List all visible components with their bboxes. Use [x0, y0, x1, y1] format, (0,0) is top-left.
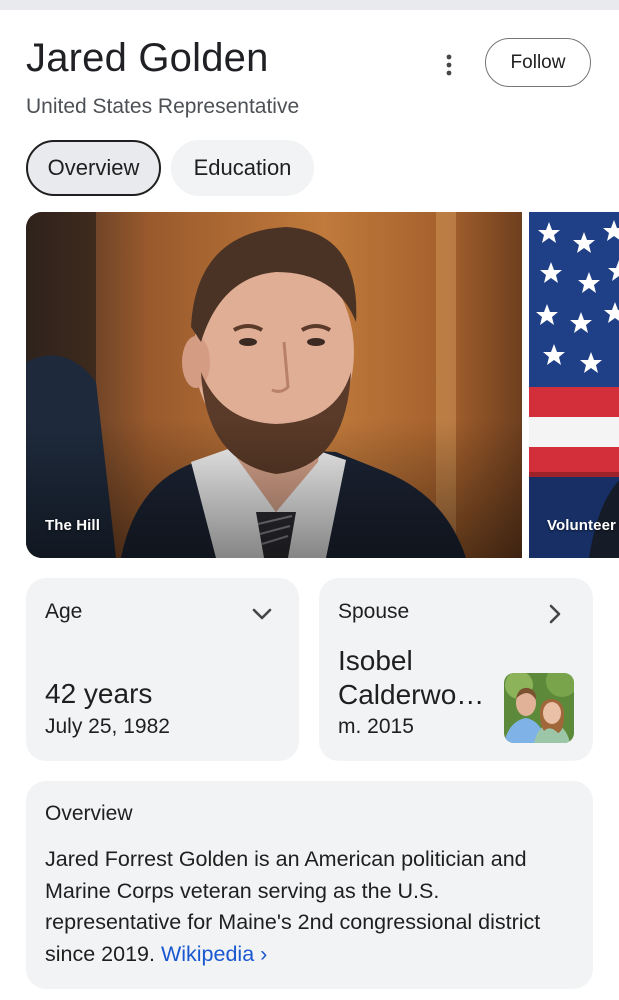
- tab-education[interactable]: Education: [171, 140, 314, 196]
- age-value: 42 years: [45, 678, 153, 709]
- wikipedia-link[interactable]: Wikipedia ›: [161, 942, 267, 966]
- spouse-photo: [504, 673, 574, 743]
- entity-title: Jared Golden: [26, 36, 269, 80]
- tab-overview[interactable]: Overview: [26, 140, 161, 196]
- chevron-down-icon: [252, 608, 272, 620]
- image-source-caption: Volunteer: [547, 517, 616, 534]
- portrait-photo: [26, 212, 522, 558]
- marriage-year: m. 2015: [338, 715, 414, 738]
- age-card[interactable]: Age 42 years July 25, 1982: [26, 578, 299, 761]
- flag-photo: [529, 212, 619, 558]
- spouse-label: Spouse: [338, 600, 410, 623]
- image-source-caption: The Hill: [45, 517, 100, 534]
- overview-heading: Overview: [45, 802, 133, 825]
- knowledge-panel: Jared Golden United States Representativ…: [0, 0, 619, 1000]
- age-label: Age: [45, 600, 83, 623]
- spouse-card[interactable]: Spouse Isobel Calderwo… m. 2015: [319, 578, 593, 761]
- entity-subtitle: United States Representative: [26, 95, 300, 118]
- vertical-dots-icon: [446, 54, 452, 76]
- birth-date: July 25, 1982: [45, 715, 170, 738]
- top-divider: [0, 0, 619, 10]
- chevron-right-icon: [549, 604, 561, 624]
- overview-card: Overview Jared Forrest Golden is an Amer…: [26, 781, 593, 989]
- follow-button[interactable]: Follow: [485, 38, 591, 87]
- more-options-button[interactable]: [432, 48, 466, 82]
- spouse-name-line-1: Isobel: [338, 645, 413, 676]
- overview-description: Jared Forrest Golden is an American poli…: [45, 844, 580, 970]
- chevron-right-icon: ›: [260, 941, 268, 966]
- image-result-volunteer[interactable]: Volunteer: [529, 212, 619, 558]
- spouse-name: Isobel Calderwo…: [338, 644, 498, 712]
- spouse-thumbnail: [504, 673, 574, 743]
- spouse-name-line-2: Calderwo…: [338, 679, 485, 710]
- wikipedia-link-label: Wikipedia: [160, 941, 255, 966]
- overview-text: Jared Forrest Golden is an American poli…: [45, 847, 541, 966]
- image-result-the-hill[interactable]: The Hill: [26, 212, 522, 558]
